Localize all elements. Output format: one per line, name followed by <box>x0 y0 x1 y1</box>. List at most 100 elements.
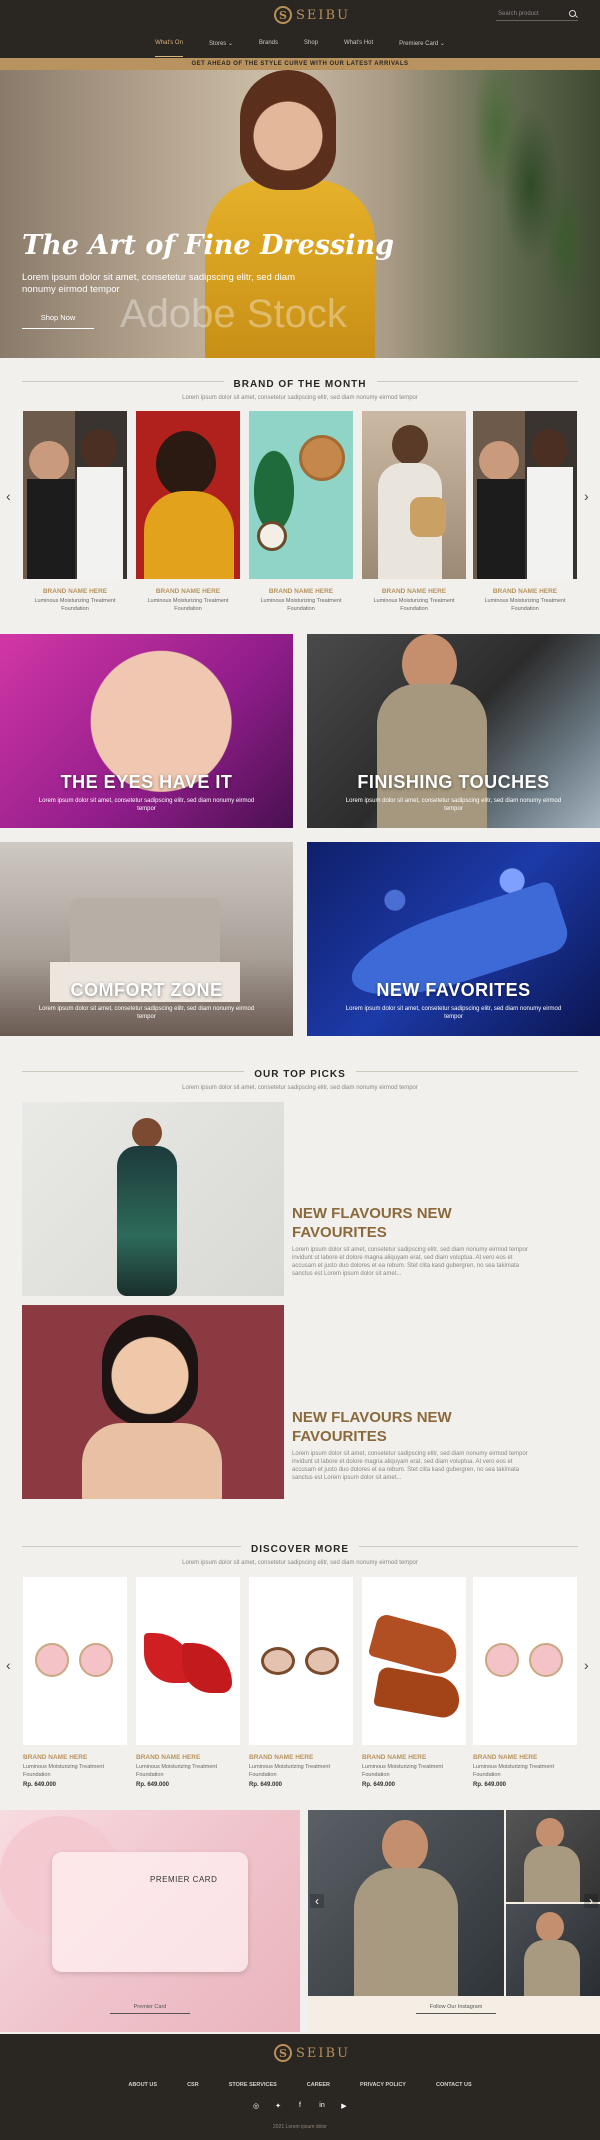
feature-tile-finishing[interactable]: FINISHING TOUCHES Lorem ipsum dolor sit … <box>307 634 600 828</box>
footer-link-privacy[interactable]: PRIVACY POLICY <box>360 2082 406 2088</box>
nav-item-whats-on[interactable]: What's On <box>155 40 183 57</box>
social-icons: ◎ ✦ f in ▶ <box>0 2102 600 2110</box>
product-price: Rp. 649.000 <box>23 1782 57 1788</box>
brand-card[interactable]: BRAND NAME HERE Luminous Moisturizing Tr… <box>23 411 127 613</box>
premier-card-banner[interactable]: PREMIER CARD Premier Card <box>0 1810 300 2032</box>
brand-card[interactable]: BRAND NAME HERE Luminous Moisturizing Tr… <box>249 411 353 613</box>
search-input[interactable]: Search product <box>496 7 578 21</box>
brand-card-image <box>136 411 240 579</box>
linkedin-icon[interactable]: in <box>317 2102 327 2110</box>
feature-tile-comfort[interactable]: COMFORT ZONE Lorem ipsum dolor sit amet,… <box>0 842 293 1036</box>
premier-card-label: PREMIER CARD <box>150 1875 218 1884</box>
product-price: Rp. 649.000 <box>362 1782 396 1788</box>
watermark: Adobe Stock <box>120 292 347 336</box>
logo-mark: S <box>274 2044 292 2062</box>
brand-desc: Luminous Moisturizing Treatment Foundati… <box>147 598 229 612</box>
tile-desc: Lorem ipsum dolor sit amet, consetetur s… <box>345 1006 562 1020</box>
carousel-prev-icon[interactable]: ‹ <box>6 488 11 504</box>
nav-item-stores[interactable]: Stores ⌄ <box>209 40 233 54</box>
footer-link-career[interactable]: CAREER <box>307 2082 330 2088</box>
hero-subtitle: Lorem ipsum dolor sit amet, consetetur s… <box>22 272 295 295</box>
nav-label: Premiere Card <box>399 41 439 47</box>
instagram-prev-icon[interactable]: ‹ <box>310 1894 324 1908</box>
product-card[interactable]: BRAND NAME HERE Luminous Moisturizing Tr… <box>249 1577 353 1788</box>
chevron-down-icon: ⌄ <box>439 41 445 47</box>
product-image <box>473 1577 577 1745</box>
product-brand: BRAND NAME HERE <box>473 1754 538 1761</box>
brand-name: BRAND NAME HERE <box>268 588 334 595</box>
carousel-next-icon[interactable]: › <box>584 488 589 504</box>
promo-bar: GET AHEAD OF THE STYLE CURVE WITH OUR LA… <box>0 58 600 70</box>
header: S SEIBU Search product What's On Stores … <box>0 0 600 58</box>
product-image <box>249 1577 353 1745</box>
tile-title: COMFORT ZONE <box>70 980 223 1000</box>
brand-name: BRAND NAME HERE <box>492 588 558 595</box>
section-title: BRAND OF THE MONTH <box>223 379 377 390</box>
instagram-thumb <box>506 1904 600 1996</box>
brand-card[interactable]: BRAND NAME HERE Luminous Moisturizing Tr… <box>136 411 240 613</box>
instagram-main-photo <box>308 1810 504 1996</box>
main-nav: What's On Stores ⌄ Brands Shop What's Ho… <box>0 40 600 57</box>
product-card[interactable]: BRAND NAME HERE Luminous Moisturizing Tr… <box>136 1577 240 1788</box>
twitter-icon[interactable]: ✦ <box>273 2102 283 2110</box>
nav-item-shop[interactable]: Shop <box>304 40 318 54</box>
product-card[interactable]: BRAND NAME HERE Luminous Moisturizing Tr… <box>473 1577 577 1788</box>
brand-name: BRAND NAME HERE <box>42 588 108 595</box>
nav-item-premiere-card[interactable]: Premiere Card ⌄ <box>399 40 445 54</box>
feature-tile-favorites[interactable]: NEW FAVORITES Lorem ipsum dolor sit amet… <box>307 842 600 1036</box>
brand-card[interactable]: BRAND NAME HERE Luminous Moisturizing Tr… <box>473 411 577 613</box>
hero-banner: Adobe Stock The Art of Fine Dressing Lor… <box>0 70 600 358</box>
tile-desc: Lorem ipsum dolor sit amet, consetetur s… <box>38 798 255 812</box>
hero-model-head <box>240 70 336 190</box>
shop-now-button[interactable]: Shop Now <box>22 313 94 329</box>
product-card[interactable]: BRAND NAME HERE Luminous Moisturizing Tr… <box>23 1577 127 1788</box>
copyright: 2021 Lorem ipsum dolor <box>273 2124 327 2130</box>
brand-desc: Luminous Moisturizing Treatment Foundati… <box>34 598 116 612</box>
chevron-down-icon: ⌄ <box>227 41 233 47</box>
brand-card[interactable]: BRAND NAME HERE Luminous Moisturizing Tr… <box>362 411 466 613</box>
section-title: DISCOVER MORE <box>240 1544 359 1555</box>
youtube-icon[interactable]: ▶ <box>339 2102 349 2110</box>
hero-title: The Art of Fine Dressing <box>22 230 394 261</box>
section-title: OUR TOP PICKS <box>244 1069 356 1080</box>
carousel-next-icon[interactable]: › <box>584 1657 589 1673</box>
plant-image <box>370 70 600 358</box>
logo[interactable]: S SEIBU <box>274 6 350 24</box>
footer: S SEIBU ABOUT US CSR STORE SERVICES CARE… <box>0 2034 600 2140</box>
facebook-icon[interactable]: f <box>295 2102 305 2110</box>
product-price: Rp. 649.000 <box>136 1782 170 1788</box>
instagram-next-icon[interactable]: › <box>584 1894 598 1908</box>
follow-instagram-button[interactable]: Follow Our Instagram <box>416 2004 496 2014</box>
carousel-prev-icon[interactable]: ‹ <box>6 1657 11 1673</box>
product-brand: BRAND NAME HERE <box>23 1754 88 1761</box>
brand-card-image <box>23 411 127 579</box>
feature-tile-eyes[interactable]: THE EYES HAVE IT Lorem ipsum dolor sit a… <box>0 634 293 828</box>
product-image <box>362 1577 466 1745</box>
logo-text: SEIBU <box>296 7 351 23</box>
instagram-icon[interactable]: ◎ <box>251 2102 261 2110</box>
product-price: Rp. 649.000 <box>249 1782 283 1788</box>
brand-desc: Luminous Moisturizing Treatment Foundati… <box>260 598 342 612</box>
top-pick-image[interactable] <box>22 1305 284 1499</box>
instagram-banner[interactable]: ‹ › Follow Our Instagram <box>308 1810 600 2032</box>
footer-link-contact[interactable]: CONTACT US <box>436 2082 472 2088</box>
search-icon[interactable] <box>569 10 576 17</box>
footer-link-store-services[interactable]: STORE SERVICES <box>229 2082 277 2088</box>
nav-item-brands[interactable]: Brands <box>259 40 278 54</box>
instagram-thumb <box>506 1810 600 1902</box>
top-pick-title: NEW FLAVOURS NEW FAVOURITES <box>292 1205 452 1241</box>
footer-link-csr[interactable]: CSR <box>187 2082 199 2088</box>
tile-desc: Lorem ipsum dolor sit amet, consetetur s… <box>345 798 562 812</box>
footer-link-about[interactable]: ABOUT US <box>128 2082 157 2088</box>
top-pick-image[interactable] <box>22 1102 284 1296</box>
footer-logo[interactable]: S SEIBU <box>274 2044 350 2062</box>
brand-card-image <box>249 411 353 579</box>
product-brand: BRAND NAME HERE <box>136 1754 201 1761</box>
discover-header: DISCOVER MORE Lorem ipsum dolor sit amet… <box>22 1539 578 1566</box>
top-pick-text: Lorem ipsum dolor sit amet, consetetur s… <box>292 1451 528 1481</box>
product-card[interactable]: BRAND NAME HERE Luminous Moisturizing Tr… <box>362 1577 466 1788</box>
premier-card-button[interactable]: Premier Card <box>110 2004 190 2014</box>
nav-label: Stores <box>208 41 227 47</box>
nav-item-whats-hot[interactable]: What's Hot <box>344 40 373 54</box>
footer-nav: ABOUT US CSR STORE SERVICES CAREER PRIVA… <box>0 2082 600 2088</box>
